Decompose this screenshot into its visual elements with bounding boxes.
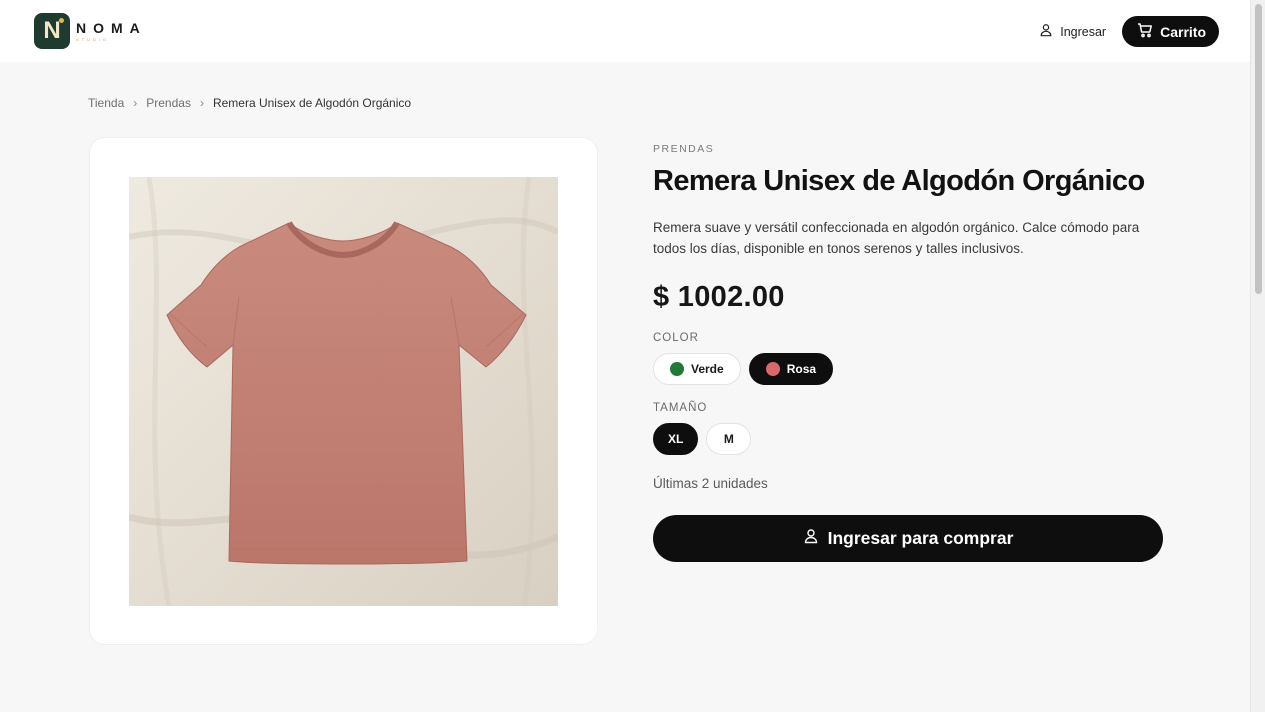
product-category: PRENDAS — [653, 143, 715, 155]
breadcrumb-current: Remera Unisex de Algodón Orgánico — [212, 96, 412, 110]
size-option-m[interactable]: M — [706, 423, 752, 455]
cart-label: Carrito — [1160, 23, 1206, 40]
cart-icon — [1137, 22, 1153, 41]
product-title: Remera Unisex de Algodón Orgánico — [653, 165, 1145, 197]
brand-name: NOMA — [76, 19, 147, 36]
size-label: TAMAÑO — [653, 402, 708, 414]
header-actions: Ingresar Carrito — [1039, 16, 1219, 47]
brand-logo[interactable]: N NOMA STUDIO — [34, 13, 147, 49]
color-options: Verde Rosa — [653, 353, 1173, 385]
cart-button[interactable]: Carrito — [1122, 16, 1219, 47]
breadcrumb-item-tienda[interactable]: Tienda — [88, 96, 124, 110]
color-option-rosa[interactable]: Rosa — [748, 353, 834, 385]
color-swatch — [765, 362, 780, 376]
buy-button-label: Ingresar para comprar — [827, 528, 1014, 548]
size-options: XL M — [653, 423, 1173, 455]
color-option-label: Verde — [691, 362, 724, 376]
color-option-label: Rosa — [786, 362, 817, 376]
chevron-right-icon: › — [199, 96, 204, 110]
product-info: PRENDAS Remera Unisex de Algodón Orgánic… — [653, 143, 1173, 562]
brand-tagline: STUDIO — [76, 36, 110, 42]
scrollbar-thumb[interactable] — [1255, 4, 1262, 294]
logo-text: NOMA STUDIO — [76, 21, 147, 42]
color-swatch — [670, 362, 684, 376]
product-description: Remera suave y versátil confeccionada en… — [653, 220, 1140, 256]
login-link[interactable]: Ingresar — [1039, 23, 1106, 40]
logo-letter: N — [43, 17, 61, 44]
user-icon — [1039, 23, 1053, 40]
chevron-right-icon: › — [133, 96, 138, 110]
product-image[interactable] — [129, 177, 558, 606]
product-image-card — [89, 137, 598, 645]
product-price: $ 1002.00 — [653, 281, 785, 313]
color-label: COLOR — [653, 332, 699, 344]
size-option-xl[interactable]: XL — [653, 423, 699, 455]
breadcrumb-item-prendas[interactable]: Prendas — [146, 96, 191, 110]
color-option-verde[interactable]: Verde — [653, 353, 741, 385]
stock-status: Últimas 2 unidades — [653, 476, 768, 491]
breadcrumb: Tienda › Prendas › Remera Unisex de Algo… — [88, 96, 411, 110]
page-scrollbar[interactable] — [1250, 0, 1265, 712]
login-label: Ingresar — [1060, 24, 1107, 39]
login-to-buy-button[interactable]: Ingresar para comprar — [653, 515, 1163, 562]
logo-dot — [59, 18, 64, 23]
logo-mark: N — [34, 13, 70, 49]
user-icon — [803, 528, 819, 549]
site-header: N NOMA STUDIO Ingresar Carrito — [0, 0, 1250, 62]
